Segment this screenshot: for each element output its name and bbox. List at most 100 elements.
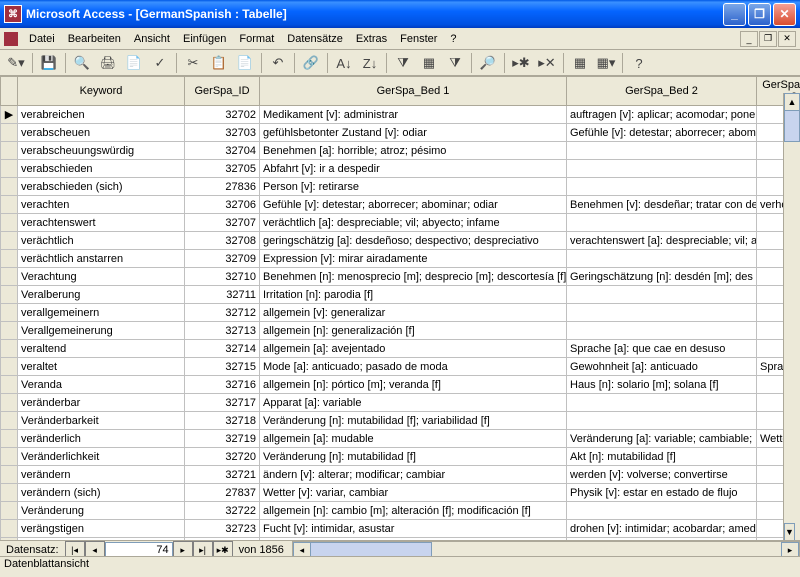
db-window-icon[interactable]: ▦ — [568, 51, 592, 75]
row-selector[interactable] — [1, 466, 18, 484]
table-row[interactable]: Verachtung32710Benehmen [n]: menosprecio… — [1, 268, 800, 286]
cell-id[interactable]: 32717 — [185, 394, 260, 412]
row-selector[interactable] — [1, 304, 18, 322]
cell-bed1[interactable]: allgemein [v]: generalizar — [260, 304, 567, 322]
table-row[interactable]: Veranda32716allgemein [n]: pórtico [m]; … — [1, 376, 800, 394]
scroll-down-icon[interactable]: ▼ — [784, 523, 795, 541]
table-row[interactable]: Veralberung32711Irritation [n]: parodia … — [1, 286, 800, 304]
cell-bed2[interactable] — [567, 178, 757, 196]
cell-id[interactable]: 32708 — [185, 232, 260, 250]
cell-keyword[interactable]: Veralberung — [18, 286, 185, 304]
cell-bed1[interactable]: Benehmen [n]: menosprecio [m]; desprecio… — [260, 268, 567, 286]
cell-keyword[interactable]: Verachtung — [18, 268, 185, 286]
cell-bed2[interactable] — [567, 142, 757, 160]
cell-bed2[interactable] — [567, 250, 757, 268]
cell-bed2[interactable] — [567, 214, 757, 232]
cell-bed1[interactable]: Wetter [v]: variar, cambiar — [260, 484, 567, 502]
cell-bed2[interactable]: Geringschätzung [n]: desdén [m]; des — [567, 268, 757, 286]
cell-id[interactable]: 32723 — [185, 520, 260, 538]
row-selector[interactable] — [1, 250, 18, 268]
spell-icon[interactable]: ✓ — [148, 51, 172, 75]
cell-id[interactable]: 32703 — [185, 124, 260, 142]
table-row[interactable]: veränderbar32717Apparat [a]: variable — [1, 394, 800, 412]
cell-bed2[interactable]: Haus [n]: solario [m]; solana [f] — [567, 376, 757, 394]
cell-bed1[interactable]: gefühlsbetonter Zustand [v]: odiar — [260, 124, 567, 142]
maximize-button[interactable]: ❐ — [748, 3, 771, 26]
new-obj-icon[interactable]: ▦▾ — [594, 51, 618, 75]
cell-keyword[interactable]: Verallgemeinerung — [18, 322, 185, 340]
cell-id[interactable]: 32712 — [185, 304, 260, 322]
cell-bed2[interactable] — [567, 412, 757, 430]
close-button[interactable]: ✕ — [773, 3, 796, 26]
cell-keyword[interactable]: verächtlich — [18, 232, 185, 250]
sort-asc-icon[interactable]: A↓ — [332, 51, 356, 75]
link-icon[interactable]: 🔗 — [299, 51, 323, 75]
cell-bed1[interactable]: allgemein [n]: cambio [m]; alteración [f… — [260, 502, 567, 520]
cell-keyword[interactable]: Veränderlichkeit — [18, 448, 185, 466]
col-keyword[interactable]: Keyword — [18, 77, 185, 106]
cell-bed2[interactable] — [567, 160, 757, 178]
sort-desc-icon[interactable]: Z↓ — [358, 51, 382, 75]
col-bed1[interactable]: GerSpa_Bed 1 — [260, 77, 567, 106]
cell-keyword[interactable]: verändern (sich) — [18, 484, 185, 502]
cell-id[interactable]: 32705 — [185, 160, 260, 178]
view-icon[interactable]: ✎▾ — [4, 51, 28, 75]
cell-bed1[interactable]: allgemein [a]: avejentado — [260, 340, 567, 358]
mdi-close-button[interactable]: ✕ — [778, 31, 796, 47]
cell-keyword[interactable]: verabscheuungswürdig — [18, 142, 185, 160]
row-selector[interactable]: ▶ — [1, 106, 18, 124]
cell-bed2[interactable]: Benehmen [v]: desdeñar; tratar con de — [567, 196, 757, 214]
minimize-button[interactable]: _ — [723, 3, 746, 26]
filter-form-icon[interactable]: ▦ — [417, 51, 441, 75]
cell-bed1[interactable]: Irritation [n]: parodia [f] — [260, 286, 567, 304]
menu-extras[interactable]: Extras — [350, 31, 393, 47]
cut-icon[interactable]: ✂ — [181, 51, 205, 75]
cell-keyword[interactable]: verallgemeinern — [18, 304, 185, 322]
cell-keyword[interactable]: Veränderbarkeit — [18, 412, 185, 430]
cell-keyword[interactable]: verabscheuen — [18, 124, 185, 142]
menu-help[interactable]: ? — [444, 31, 462, 47]
table-row[interactable]: verabscheuungswürdig32704Benehmen [a]: h… — [1, 142, 800, 160]
menu-ansicht[interactable]: Ansicht — [128, 31, 176, 47]
row-selector[interactable] — [1, 286, 18, 304]
cell-id[interactable]: 32721 — [185, 466, 260, 484]
row-selector[interactable] — [1, 160, 18, 178]
row-selector[interactable] — [1, 142, 18, 160]
menu-fenster[interactable]: Fenster — [394, 31, 443, 47]
cell-bed1[interactable]: allgemein [a]: mudable — [260, 430, 567, 448]
row-selector[interactable] — [1, 412, 18, 430]
cell-keyword[interactable]: Veranda — [18, 376, 185, 394]
cell-bed2[interactable]: Akt [n]: mutabilidad [f] — [567, 448, 757, 466]
cell-bed2[interactable]: Gefühle [v]: detestar; aborrecer; abomi — [567, 124, 757, 142]
mdi-restore-button[interactable]: ❐ — [759, 31, 777, 47]
row-selector[interactable] — [1, 196, 18, 214]
row-selector[interactable] — [1, 340, 18, 358]
cell-bed1[interactable]: allgemein [n]: generalización [f] — [260, 322, 567, 340]
menu-einfuegen[interactable]: Einfügen — [177, 31, 232, 47]
menu-datensaetze[interactable]: Datensätze — [281, 31, 349, 47]
cell-bed2[interactable] — [567, 394, 757, 412]
filter-toggle-icon[interactable]: ⧩ — [443, 51, 467, 75]
row-selector[interactable] — [1, 358, 18, 376]
cell-bed1[interactable]: Mode [a]: anticuado; pasado de moda — [260, 358, 567, 376]
menu-datei[interactable]: Datei — [23, 31, 61, 47]
table-row[interactable]: verändern32721ändern [v]: alterar; modif… — [1, 466, 800, 484]
col-id[interactable]: GerSpa_ID — [185, 77, 260, 106]
cell-bed2[interactable]: auftragen [v]: aplicar; acomodar; poner — [567, 106, 757, 124]
cell-keyword[interactable]: verängstigen — [18, 520, 185, 538]
cell-id[interactable]: 32711 — [185, 286, 260, 304]
preview-icon[interactable]: 📄 — [122, 51, 146, 75]
table-row[interactable]: Veränderlichkeit32720Veränderung [n]: mu… — [1, 448, 800, 466]
cell-keyword[interactable]: veraltet — [18, 358, 185, 376]
cell-id[interactable]: 32709 — [185, 250, 260, 268]
cell-bed2[interactable]: Veränderung [a]: variable; cambiable; — [567, 430, 757, 448]
row-selector[interactable] — [1, 484, 18, 502]
cell-id[interactable]: 32702 — [185, 106, 260, 124]
cell-keyword[interactable]: verächtlich anstarren — [18, 250, 185, 268]
cell-bed1[interactable]: Medikament [v]: administrar — [260, 106, 567, 124]
cell-bed2[interactable] — [567, 286, 757, 304]
cell-bed1[interactable]: Expression [v]: mirar airadamente — [260, 250, 567, 268]
cell-id[interactable]: 32704 — [185, 142, 260, 160]
cell-bed1[interactable]: Fucht [v]: intimidar, asustar — [260, 520, 567, 538]
find-icon[interactable]: 🔎 — [476, 51, 500, 75]
